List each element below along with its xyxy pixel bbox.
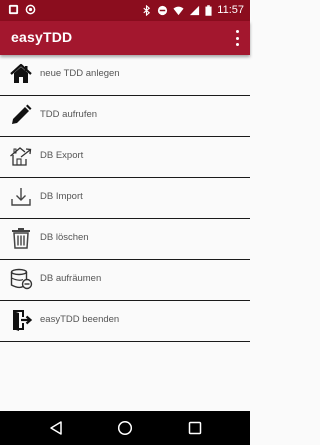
back-icon[interactable] [48, 420, 64, 436]
navigation-bar [0, 411, 250, 445]
wifi-icon [173, 6, 184, 15]
main-menu-list: neue TDD anlegen TDD aufrufen DB Export … [0, 55, 250, 342]
menu-item-label: easyTDD beenden [40, 314, 120, 325]
download-icon [11, 188, 31, 206]
menu-item-label: DB Export [40, 150, 84, 161]
app-notification-icon [8, 4, 19, 15]
export-house-icon [10, 147, 32, 166]
menu-item-label: TDD aufrufen [40, 109, 98, 120]
menu-item-db-export[interactable]: DB Export [0, 137, 250, 178]
recents-icon[interactable] [187, 420, 203, 436]
do-not-disturb-icon [158, 5, 168, 15]
sync-notification-icon [25, 4, 36, 15]
menu-item-db-loeschen[interactable]: DB löschen [0, 219, 250, 260]
menu-item-label: DB löschen [40, 232, 89, 243]
exit-icon [13, 310, 33, 331]
bluetooth-icon [143, 4, 151, 16]
status-time: 11:57 [217, 4, 244, 16]
menu-item-label: DB Import [40, 191, 83, 202]
app-bar: easyTDD [0, 21, 250, 55]
database-clean-icon [10, 268, 33, 290]
menu-item-db-import[interactable]: DB Import [0, 178, 250, 219]
menu-item-neue-tdd-anlegen[interactable]: neue TDD anlegen [0, 55, 250, 96]
home-icon [10, 63, 32, 83]
menu-item-easytdd-beenden[interactable]: easyTDD beenden [0, 301, 250, 342]
battery-icon [205, 4, 212, 16]
overflow-menu-icon[interactable] [234, 29, 240, 47]
menu-item-label: DB aufräumen [40, 273, 102, 284]
home-circle-icon[interactable] [117, 420, 133, 436]
trash-icon [12, 228, 30, 249]
pencil-icon [12, 104, 32, 124]
app-title: easyTDD [11, 29, 73, 45]
menu-item-label: neue TDD anlegen [40, 68, 120, 79]
status-bar: 11:57 [0, 0, 250, 21]
signal-icon [190, 5, 200, 15]
menu-item-db-aufraeumen[interactable]: DB aufräumen [0, 260, 250, 301]
menu-item-tdd-aufrufen[interactable]: TDD aufrufen [0, 96, 250, 137]
